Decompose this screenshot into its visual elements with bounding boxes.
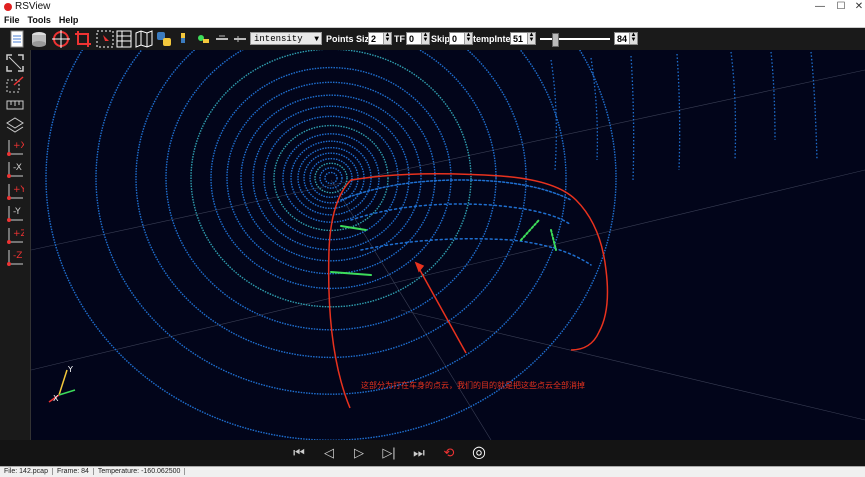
scan-ring	[309, 157, 353, 199]
spin-arrows-icon[interactable]: ▲ ▼	[421, 32, 429, 44]
orientation-axes: Y X	[48, 365, 76, 403]
previous-frame-button[interactable]: ◁	[318, 442, 340, 464]
ruler-icon[interactable]	[6, 96, 24, 114]
vehicle-body-points	[330, 179, 592, 276]
menu-tools[interactable]: Tools	[24, 14, 55, 27]
view-sidebar: +X -X +Y -Y +Z -Z	[0, 50, 31, 440]
scan-ring	[297, 146, 365, 210]
menu-file[interactable]: File	[0, 14, 24, 27]
grid-toggle-icon[interactable]	[215, 30, 229, 48]
color-mode-dropdown[interactable]: intensity ▼	[250, 32, 322, 45]
database-icon[interactable]	[30, 30, 48, 48]
scan-ring	[240, 94, 422, 262]
crop-icon[interactable]	[74, 30, 92, 48]
axis-minus-y-icon[interactable]: -Y	[6, 204, 24, 222]
layers-icon[interactable]	[6, 116, 24, 134]
svg-text:+Y: +Y	[13, 185, 24, 195]
title-bar: RSView — ☐ ✕	[0, 0, 865, 14]
axis-y-label: Y	[67, 365, 73, 374]
svg-text:+Z: +Z	[13, 229, 24, 239]
last-frame-button[interactable]: ⏭	[408, 442, 430, 464]
chevron-down-icon: ▼	[314, 35, 319, 44]
reset-view-icon[interactable]	[6, 76, 24, 94]
axis-plus-y-icon[interactable]: +Y	[6, 182, 24, 200]
select-points-icon[interactable]	[96, 30, 114, 48]
axis-minus-x-icon[interactable]: -X	[6, 160, 24, 178]
first-frame-button[interactable]: ⏮	[288, 442, 310, 464]
skip-value: 0	[452, 34, 458, 44]
svg-text:-Z: -Z	[13, 251, 22, 261]
menu-help[interactable]: Help	[55, 14, 83, 27]
play-button[interactable]: ▷	[348, 442, 370, 464]
axis-x-label: X	[53, 394, 59, 403]
svg-text:-Y: -Y	[13, 207, 21, 217]
app-logo-icon	[4, 3, 12, 11]
loop-button[interactable]: ⟲	[438, 442, 460, 464]
open-file-icon[interactable]	[10, 30, 24, 48]
annotation-overlay	[327, 173, 609, 409]
points-size-label: Points Size	[326, 34, 375, 44]
color-mode-value: intensity	[254, 34, 303, 44]
scalar-bar-icon[interactable]	[196, 30, 210, 48]
spin-arrows-icon[interactable]: ▲ ▼	[629, 32, 637, 44]
points-size-value: 2	[371, 34, 377, 44]
vertical-scan-lines	[550, 51, 818, 181]
skip-spinbox[interactable]: 0 ▲ ▼	[449, 32, 473, 45]
scan-ring	[95, 50, 567, 395]
record-button[interactable]: ◎	[468, 442, 490, 464]
points-size-spinbox[interactable]: 2 ▲ ▼	[368, 32, 392, 45]
close-button[interactable]: ✕	[847, 0, 865, 14]
window-title: RSView	[15, 1, 51, 12]
intensity-slider[interactable]	[540, 33, 610, 47]
fit-view-icon[interactable]	[6, 54, 24, 72]
status-file: File: 142.pcap	[4, 468, 53, 475]
playback-bar: ⏮ ◁ ▷ ▷| ⏭ ⟲ ◎	[0, 440, 865, 466]
spin-arrows-icon[interactable]: ▲ ▼	[527, 32, 535, 44]
scan-ring	[210, 66, 452, 290]
menu-bar: File Tools Help	[0, 14, 865, 28]
slider-handle[interactable]	[552, 33, 559, 47]
tf-value: 0	[409, 34, 415, 44]
measure-icon[interactable]	[233, 30, 247, 48]
scan-ring	[135, 50, 527, 359]
crosshair-icon[interactable]	[52, 30, 70, 48]
map-icon[interactable]	[135, 30, 153, 48]
scan-ring	[190, 50, 472, 308]
slider-value: 84	[617, 34, 628, 44]
temp-inten-spinbox[interactable]: 51 ▲ ▼	[510, 32, 536, 45]
scan-ring	[226, 81, 436, 275]
status-temperature: Temperature: -160.062500	[97, 468, 186, 475]
next-frame-button[interactable]: ▷|	[378, 442, 400, 464]
python-icon[interactable]	[155, 30, 173, 48]
spin-arrows-icon[interactable]: ▲ ▼	[383, 32, 391, 44]
axis-plus-z-icon[interactable]: +Z	[6, 226, 24, 244]
scan-ring	[324, 171, 338, 185]
scan-ring	[303, 152, 359, 204]
axis-minus-z-icon[interactable]: -Z	[6, 248, 24, 266]
tf-label: TF	[394, 34, 405, 44]
status-frame: Frame: 84	[56, 468, 94, 475]
svg-text:+X: +X	[13, 141, 24, 151]
color-legend-icon[interactable]	[178, 30, 188, 48]
axis-plus-x-icon[interactable]: +X	[6, 138, 24, 156]
spin-arrows-icon[interactable]: ▲ ▼	[464, 32, 472, 44]
skip-label: Skip	[431, 34, 451, 44]
svg-text:-X: -X	[13, 163, 22, 173]
main-toolbar: intensity ▼ Points Size 2 ▲ ▼ TF 0 ▲ ▼ Skip 0…	[0, 28, 865, 50]
slider-value-spinbox[interactable]: 84 ▲ ▼	[614, 32, 638, 45]
temp-inten-value: 51	[513, 34, 524, 44]
annotation-text: 这部分为打在车身的点云，我们的目的就是把这些点云全部消掉	[361, 381, 585, 390]
tf-spinbox[interactable]: 0 ▲ ▼	[406, 32, 430, 45]
scan-ring	[263, 115, 399, 241]
status-bar: File: 142.pcap Frame: 84 Temperature: -160…	[0, 466, 865, 477]
spreadsheet-icon[interactable]	[116, 30, 132, 48]
